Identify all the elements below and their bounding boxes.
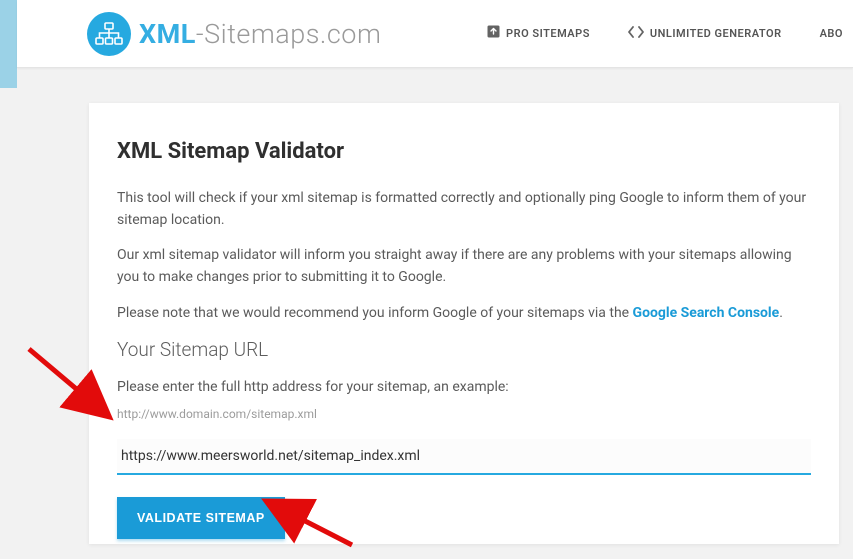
nav-pro-label: PRO SITEMAPS <box>506 27 590 40</box>
intro-paragraph-1: This tool will check if your xml sitemap… <box>117 188 811 231</box>
intro-paragraph-2: Our xml sitemap validator will inform yo… <box>117 245 811 288</box>
top-bar: XML-Sitemaps.com PRO SITEMAPS UNLIMITED … <box>17 0 853 68</box>
nav-about-label: ABO <box>820 27 843 40</box>
sitemap-url-heading: Your Sitemap URL <box>117 338 811 361</box>
validate-sitemap-button[interactable]: VALIDATE SITEMAP <box>117 497 285 539</box>
sitemap-tree-icon <box>87 12 131 56</box>
nav-pro-sitemaps[interactable]: PRO SITEMAPS <box>487 25 590 42</box>
arrow-up-square-icon <box>487 25 500 42</box>
intro-paragraph-3: Please note that we would recommend you … <box>117 303 811 325</box>
nav-unlimited-generator[interactable]: UNLIMITED GENERATOR <box>628 26 782 42</box>
nav-about[interactable]: ABO <box>820 27 843 40</box>
left-accent-strip <box>0 0 17 88</box>
site-logo[interactable]: XML-Sitemaps.com <box>87 12 381 56</box>
site-logo-text: XML-Sitemaps.com <box>139 18 381 50</box>
validator-card: XML Sitemap Validator This tool will che… <box>89 103 839 544</box>
primary-nav: PRO SITEMAPS UNLIMITED GENERATOR ABO <box>487 25 853 42</box>
code-brackets-icon <box>628 26 644 42</box>
sitemap-url-input[interactable] <box>117 439 811 475</box>
google-search-console-link[interactable]: Google Search Console <box>633 305 780 321</box>
example-url: http://www.domain.com/sitemap.xml <box>117 407 811 421</box>
page-title: XML Sitemap Validator <box>117 139 811 164</box>
nav-unlimited-label: UNLIMITED GENERATOR <box>650 27 782 40</box>
instruction-text: Please enter the full http address for y… <box>117 377 811 399</box>
